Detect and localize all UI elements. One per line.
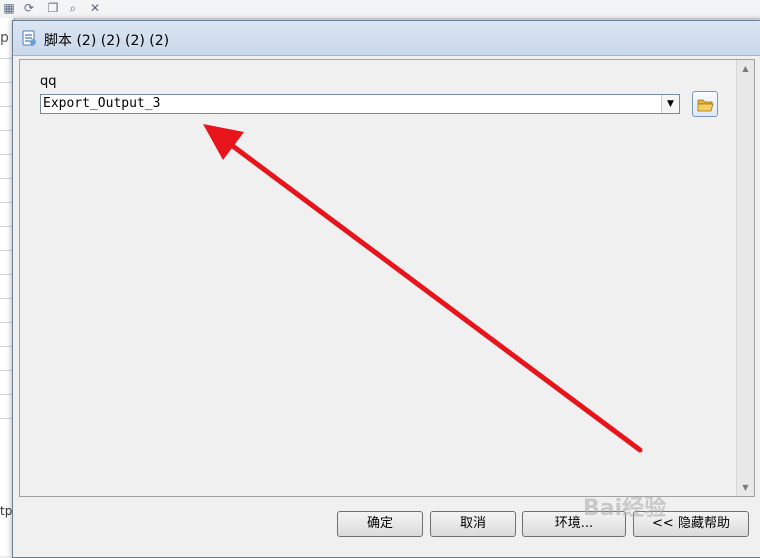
zoom-icon[interactable]: ⌕ — [66, 1, 80, 15]
refresh-icon[interactable]: ⟳ — [22, 1, 36, 15]
output-value[interactable]: Export_Output_3 — [43, 96, 160, 111]
delete-icon[interactable]: ✕ — [88, 1, 102, 15]
table-icon[interactable]: ▦ — [2, 1, 16, 15]
scroll-up-icon[interactable]: ▲ — [737, 60, 754, 77]
dialog-title: 脚本 (2) (2) (2) (2) — [44, 33, 170, 49]
output-combobox[interactable]: Export_Output_3 ▼ — [40, 94, 680, 114]
cancel-button[interactable]: 取消 — [430, 511, 516, 537]
dialog-titlebar[interactable]: 脚本 (2) (2) (2) (2) — [13, 21, 760, 56]
parameters-panel: qq Export_Output_3 ▼ ▲ ▼ — [19, 59, 755, 497]
parameter-label: qq — [40, 74, 57, 89]
chevron-down-icon[interactable]: ▼ — [661, 95, 679, 113]
vertical-scrollbar[interactable]: ▲ ▼ — [736, 60, 754, 496]
browse-button[interactable] — [692, 91, 718, 117]
background-text-fragment-bottom: tp — [0, 504, 13, 518]
script-icon — [22, 30, 36, 46]
copy-icon[interactable]: ❐ — [46, 1, 60, 15]
folder-open-icon — [697, 99, 714, 112]
scroll-down-icon[interactable]: ▼ — [737, 479, 754, 496]
watermark: Bai经验 — [583, 496, 667, 521]
background-toolbar: ▦ ⟳ ❐ ⌕ ✕ — [0, 0, 760, 19]
ok-button[interactable]: 确定 — [337, 511, 423, 537]
background-text-fragment: p — [0, 30, 9, 46]
script-dialog: 脚本 (2) (2) (2) (2) qq Export_Output_3 ▼ … — [12, 20, 760, 558]
